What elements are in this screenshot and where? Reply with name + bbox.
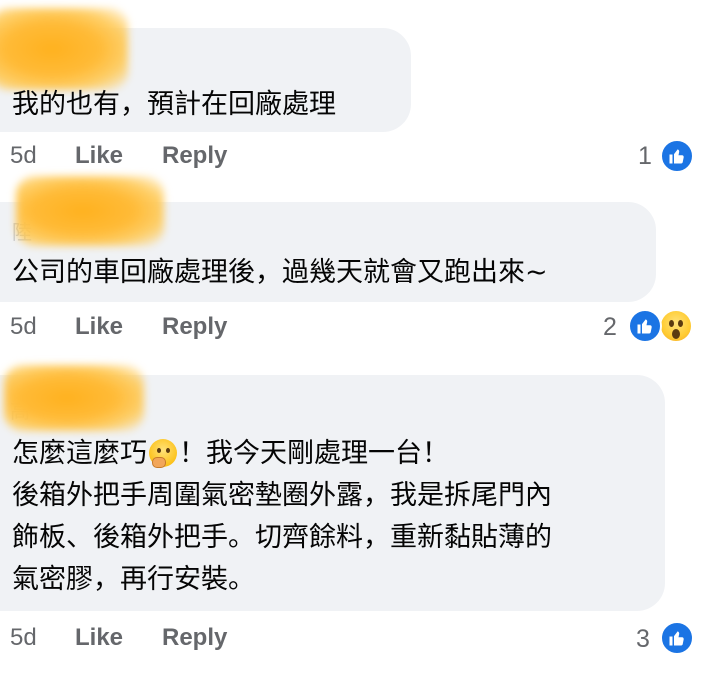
comment-text: 公司的車回廠處理後，過幾天就會又跑出來~	[12, 257, 548, 288]
comment-bubble-1: 我的也有，預計在回廠處理	[0, 8, 411, 132]
comment-text-segment: ！我今天剛處理一台！	[179, 438, 449, 469]
blurred-author-name	[0, 8, 128, 90]
comment-bubble-3: 高 怎麼這麼巧！我今天剛處理一台！ 後箱外把手周圍氣密墊圈外露，我是拆尾門內 飾…	[0, 365, 665, 611]
reply-button[interactable]: Reply	[162, 622, 227, 654]
like-button[interactable]: Like	[75, 140, 123, 172]
reply-button[interactable]: Reply	[162, 140, 227, 172]
comment-text-line-4: 氣密膠，再行安裝。	[12, 564, 255, 595]
like-button[interactable]: Like	[75, 622, 123, 654]
wow-icon[interactable]	[659, 309, 693, 343]
reaction-count[interactable]: 1	[638, 142, 652, 171]
like-icon[interactable]	[660, 621, 694, 655]
reply-button[interactable]: Reply	[162, 311, 227, 343]
like-icon[interactable]	[660, 139, 694, 173]
reaction-count[interactable]: 3	[636, 625, 650, 654]
thinking-face-emoji-icon	[149, 439, 177, 468]
blurred-author-name	[4, 365, 144, 431]
comment-text: 我的也有，預計在回廠處理	[12, 89, 336, 120]
comment-timestamp[interactable]: 5d	[10, 140, 37, 172]
blurred-author-name	[16, 176, 164, 246]
reaction-count[interactable]: 2	[603, 313, 617, 342]
comment-text-line-3: 飾板、後箱外把手。切齊餘料，重新黏貼薄的	[12, 522, 552, 553]
like-icon[interactable]	[628, 309, 662, 343]
like-button[interactable]: Like	[75, 311, 123, 343]
comment-timestamp[interactable]: 5d	[10, 311, 37, 343]
comment-text-line-1: 怎麼這麼巧 ！我今天剛處理一台！	[12, 433, 449, 475]
comment-text-segment: 怎麼這麼巧	[12, 438, 147, 469]
comment-bubble-2: 陸 公司的車回廠處理後，過幾天就會又跑出來~	[0, 176, 656, 302]
comment-text-line-2: 後箱外把手周圍氣密墊圈外露，我是拆尾門內	[12, 480, 552, 511]
comment-timestamp[interactable]: 5d	[10, 622, 37, 654]
